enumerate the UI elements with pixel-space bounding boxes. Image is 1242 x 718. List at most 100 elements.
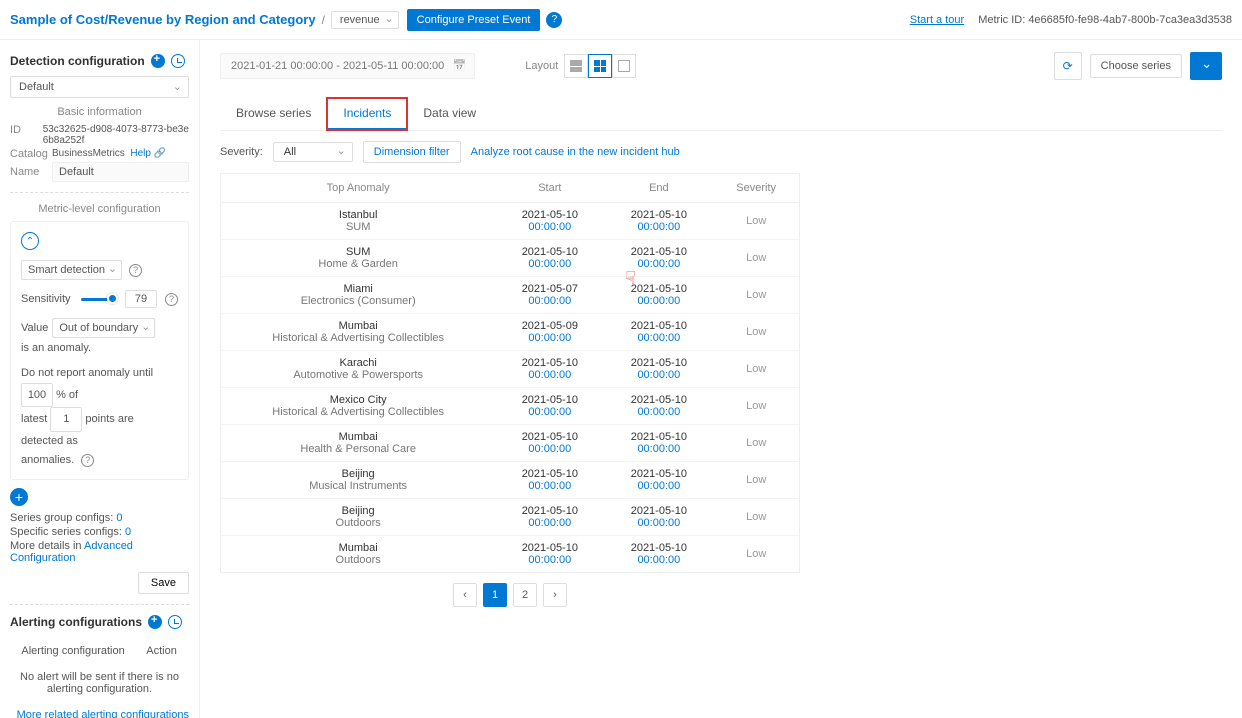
configure-preset-button[interactable]: Configure Preset Event xyxy=(407,9,541,31)
table-row[interactable]: BeijingOutdoors2021-05-1000:00:002021-05… xyxy=(221,499,800,536)
incidents-table: Top Anomaly Start End Severity IstanbulS… xyxy=(220,173,800,573)
table-row[interactable]: MumbaiHistorical & Advertising Collectib… xyxy=(221,314,800,351)
points-input[interactable]: 1 xyxy=(50,407,82,432)
severity-dropdown[interactable]: All xyxy=(273,142,353,162)
page-next-button[interactable]: › xyxy=(543,583,567,607)
save-button[interactable]: Save xyxy=(138,572,189,594)
severity-cell: Low xyxy=(713,203,799,240)
sensitivity-label: Sensitivity xyxy=(21,293,71,305)
sensitivity-value[interactable]: 79 xyxy=(125,290,157,308)
end-cell: 2021-05-1000:00:00 xyxy=(604,203,713,240)
value-label: Value xyxy=(21,322,48,334)
table-row[interactable]: MumbaiHealth & Personal Care2021-05-1000… xyxy=(221,425,800,462)
table-row[interactable]: Mexico CityHistorical & Advertising Coll… xyxy=(221,388,800,425)
more-alerting-link[interactable]: More related alerting configurations xyxy=(17,709,189,718)
severity-cell: Low xyxy=(713,277,799,314)
config-name-dropdown[interactable]: Default xyxy=(10,76,189,98)
end-cell: 2021-05-1000:00:00 xyxy=(604,314,713,351)
refresh-icon[interactable]: ⟳ xyxy=(1054,52,1082,80)
alert-col-action: Action xyxy=(136,639,187,663)
choose-series-button[interactable]: Choose series xyxy=(1090,54,1182,78)
start-cell: 2021-05-0700:00:00 xyxy=(495,277,604,314)
content-toolbar: 2021-01-21 00:00:00 - 2021-05-11 00:00:0… xyxy=(220,52,1222,80)
pagination: ‹ 1 2 › xyxy=(220,583,800,607)
col-end: End xyxy=(604,174,713,203)
col-severity: Severity xyxy=(713,174,799,203)
help-icon[interactable]: ? xyxy=(129,264,142,277)
anomaly-cell: BeijingMusical Instruments xyxy=(221,462,496,499)
tab-browse-series[interactable]: Browse series xyxy=(220,98,327,130)
table-row[interactable]: MumbaiOutdoors2021-05-1000:00:002021-05-… xyxy=(221,536,800,573)
layout-4grid-icon[interactable] xyxy=(588,54,612,78)
alerting-config-heading: Alerting configurations xyxy=(10,615,189,629)
specific-series-count[interactable]: 0 xyxy=(125,526,131,538)
start-cell: 2021-05-0900:00:00 xyxy=(495,314,604,351)
sensitivity-slider[interactable] xyxy=(81,292,115,306)
dimension-filter-button[interactable]: Dimension filter xyxy=(363,141,461,163)
topbar: Sample of Cost/Revenue by Region and Cat… xyxy=(0,0,1242,40)
catalog-label: Catalog xyxy=(10,148,52,160)
tab-data-view[interactable]: Data view xyxy=(407,98,492,130)
anomaly-cell: IstanbulSUM xyxy=(221,203,496,240)
content-area: 2021-01-21 00:00:00 - 2021-05-11 00:00:0… xyxy=(200,40,1242,718)
table-row[interactable]: SUMHome & Garden2021-05-1000:00:002021-0… xyxy=(221,240,800,277)
daterange-picker[interactable]: 2021-01-21 00:00:00 - 2021-05-11 00:00:0… xyxy=(220,53,475,79)
anomaly-cell: SUMHome & Garden xyxy=(221,240,496,277)
start-cell: 2021-05-1000:00:00 xyxy=(495,203,604,240)
breadcrumb-sep: / xyxy=(322,13,325,27)
help-icon[interactable]: ? xyxy=(546,12,562,28)
severity-cell: Low xyxy=(713,425,799,462)
id-label: ID xyxy=(10,124,43,146)
no-alert-message: No alert will be sent if there is no ale… xyxy=(12,665,187,701)
table-row[interactable]: MiamiElectronics (Consumer)2021-05-0700:… xyxy=(221,277,800,314)
detection-mode-dropdown[interactable]: Smart detection xyxy=(21,260,122,280)
col-start: Start xyxy=(495,174,604,203)
start-cell: 2021-05-1000:00:00 xyxy=(495,462,604,499)
page-2-button[interactable]: 2 xyxy=(513,583,537,607)
start-tour-link[interactable]: Start a tour xyxy=(910,14,964,26)
catalog-value: BusinessMetrics Help 🔗 xyxy=(52,148,166,160)
page-1-button[interactable]: 1 xyxy=(483,583,507,607)
history-icon[interactable] xyxy=(168,615,182,629)
root-cause-link[interactable]: Analyze root cause in the new incident h… xyxy=(471,146,680,158)
layout-single-icon[interactable] xyxy=(612,54,636,78)
alert-col-config: Alerting configuration xyxy=(12,639,134,663)
table-row[interactable]: KarachiAutomotive & Powersports2021-05-1… xyxy=(221,351,800,388)
page-prev-button[interactable]: ‹ xyxy=(453,583,477,607)
start-cell: 2021-05-1000:00:00 xyxy=(495,499,604,536)
table-row[interactable]: BeijingMusical Instruments2021-05-1000:0… xyxy=(221,462,800,499)
end-cell: 2021-05-1000:00:00 xyxy=(604,462,713,499)
history-icon[interactable] xyxy=(171,54,185,68)
value-mode-dropdown[interactable]: Out of boundary xyxy=(52,318,155,338)
series-options-button[interactable] xyxy=(1190,52,1222,80)
help-link[interactable]: Help xyxy=(130,148,151,159)
layout-2col-icon[interactable] xyxy=(564,54,588,78)
end-cell: 2021-05-1000:00:00 xyxy=(604,425,713,462)
anomaly-cell: MumbaiHistorical & Advertising Collectib… xyxy=(221,314,496,351)
basic-info-heading: Basic information xyxy=(10,106,189,118)
tab-incidents[interactable]: Incidents xyxy=(327,98,407,130)
measure-dropdown[interactable]: revenue xyxy=(331,11,399,29)
help-icon[interactable]: ? xyxy=(165,293,178,306)
help-icon[interactable]: ? xyxy=(81,454,94,467)
detection-config-heading: Detection configuration xyxy=(10,54,189,68)
id-value: 53c32625-d908-4073-8773-be3e6b8a252f xyxy=(43,124,189,146)
series-group-count[interactable]: 0 xyxy=(116,512,122,524)
start-cell: 2021-05-1000:00:00 xyxy=(495,536,604,573)
name-input[interactable]: Default xyxy=(52,162,189,182)
page-title[interactable]: Sample of Cost/Revenue by Region and Cat… xyxy=(10,12,316,27)
anomaly-cell: MumbaiOutdoors xyxy=(221,536,496,573)
layout-label: Layout xyxy=(525,60,558,72)
anomaly-cell: MiamiElectronics (Consumer) xyxy=(221,277,496,314)
name-label: Name xyxy=(10,166,52,178)
severity-cell: Low xyxy=(713,240,799,277)
add-detection-config-icon[interactable] xyxy=(151,54,165,68)
add-config-icon[interactable]: + xyxy=(10,488,28,506)
anomaly-cell: BeijingOutdoors xyxy=(221,499,496,536)
start-cell: 2021-05-1000:00:00 xyxy=(495,240,604,277)
add-alert-icon[interactable] xyxy=(148,615,162,629)
start-cell: 2021-05-1000:00:00 xyxy=(495,388,604,425)
table-row[interactable]: IstanbulSUM2021-05-1000:00:002021-05-100… xyxy=(221,203,800,240)
collapse-icon[interactable]: ⌃ xyxy=(21,232,39,250)
percent-input[interactable]: 100 xyxy=(21,383,53,408)
